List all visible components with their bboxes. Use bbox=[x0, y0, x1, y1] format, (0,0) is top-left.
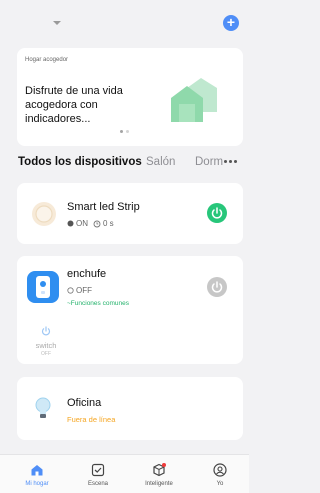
nav-label: Escena bbox=[87, 481, 108, 487]
bottom-nav: Mi hogar Escena Inteligente Yo bbox=[0, 454, 249, 493]
nav-label: Yo bbox=[216, 481, 224, 487]
smart-cube-icon bbox=[153, 463, 166, 477]
promo-banner[interactable]: Hogar acogedor Disfrute de una vida acog… bbox=[17, 48, 243, 146]
nav-label: Inteligente bbox=[145, 481, 173, 487]
device-state: OFF bbox=[76, 286, 92, 295]
nav-label: Mi hogar bbox=[25, 481, 49, 487]
sub-switch-state: OFF bbox=[41, 351, 51, 357]
power-status-icon bbox=[67, 220, 74, 227]
banner-small-label: Hogar acogedor bbox=[25, 57, 69, 63]
sub-switch[interactable]: switch OFF bbox=[29, 321, 63, 357]
scene-checkbox-icon bbox=[91, 463, 105, 477]
power-toggle-button[interactable] bbox=[207, 203, 227, 223]
banner-title: Disfrute de una vida acogedora con indic… bbox=[25, 85, 123, 125]
carousel-dot[interactable] bbox=[120, 130, 123, 133]
tab-all-devices[interactable]: Todos los dispositivos bbox=[18, 154, 142, 170]
plus-icon: + bbox=[226, 14, 236, 30]
device-status: OFF bbox=[67, 286, 92, 295]
sub-switch-label: switch bbox=[35, 341, 57, 350]
user-icon bbox=[213, 463, 227, 477]
carousel-dot[interactable] bbox=[126, 130, 129, 133]
power-toggle-button[interactable] bbox=[207, 277, 227, 297]
top-bar: + bbox=[0, 0, 249, 44]
device-status: ON 0 s bbox=[67, 219, 114, 228]
smart-plug-icon bbox=[27, 271, 59, 303]
device-card-office[interactable]: Oficina Fuera de línea bbox=[17, 377, 243, 440]
common-functions-link[interactable]: ~Funciones comunes bbox=[67, 300, 129, 307]
power-icon bbox=[211, 281, 223, 293]
tab-dorm[interactable]: Dorm bbox=[195, 154, 223, 170]
power-icon bbox=[41, 326, 51, 336]
home-icon bbox=[31, 465, 43, 476]
more-icon[interactable] bbox=[224, 156, 240, 166]
offline-status: Fuera de línea bbox=[67, 415, 116, 424]
device-name: Oficina bbox=[67, 397, 102, 409]
device-card-plug[interactable]: enchufe OFF ~Funciones comunes switch OF… bbox=[17, 256, 243, 364]
carousel-dots bbox=[120, 130, 129, 133]
device-name: enchufe bbox=[67, 268, 107, 280]
device-timer: 0 s bbox=[103, 219, 114, 228]
chevron-down-icon[interactable] bbox=[52, 20, 62, 28]
nav-my-home[interactable]: Mi hogar bbox=[7, 463, 67, 487]
timer-icon bbox=[93, 220, 101, 227]
power-status-icon bbox=[67, 287, 74, 294]
device-state: ON bbox=[76, 219, 88, 228]
power-icon bbox=[211, 207, 223, 219]
nav-me[interactable]: Yo bbox=[190, 463, 250, 487]
device-card-led-strip[interactable]: Smart led Strip ON 0 s bbox=[17, 183, 243, 244]
houses-illustration-icon bbox=[171, 78, 217, 122]
light-bulb-icon bbox=[35, 397, 51, 418]
nav-smart[interactable]: Inteligente bbox=[129, 463, 189, 487]
add-device-button[interactable]: + bbox=[223, 15, 239, 31]
tab-salon[interactable]: Salón bbox=[146, 154, 175, 170]
room-tabs: Todos los dispositivos Salón Dorm bbox=[18, 154, 249, 172]
led-strip-icon bbox=[32, 202, 56, 226]
device-name: Smart led Strip bbox=[67, 201, 140, 213]
nav-scene[interactable]: Escena bbox=[68, 463, 128, 487]
